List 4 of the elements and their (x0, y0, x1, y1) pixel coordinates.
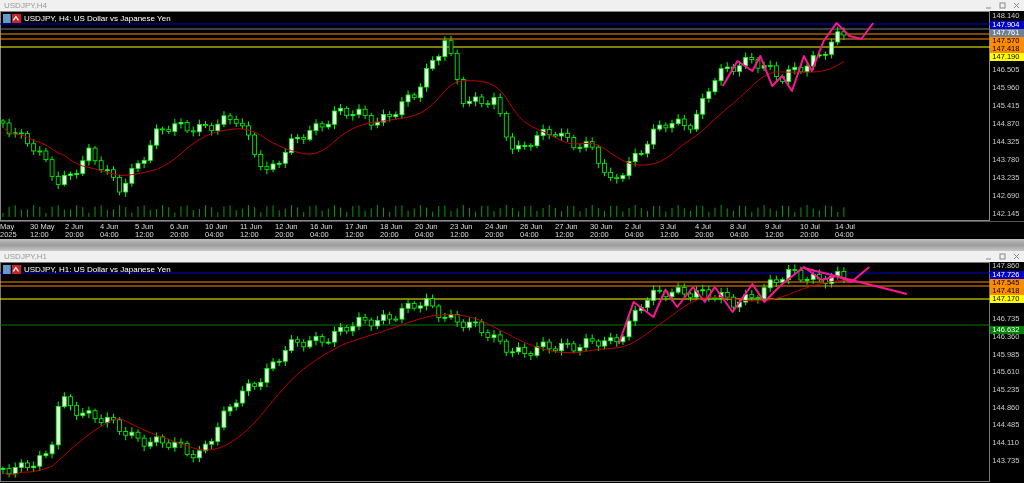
window-title: USDJPY,H1 (4, 252, 47, 261)
window-title: USDJPY,H4 (4, 1, 47, 10)
chart-title: USDJPY, H4: US Dollar vs Japanese Yen (24, 14, 171, 23)
chart-title: USDJPY, H1: US Dollar vs Japanese Yen (24, 265, 171, 274)
